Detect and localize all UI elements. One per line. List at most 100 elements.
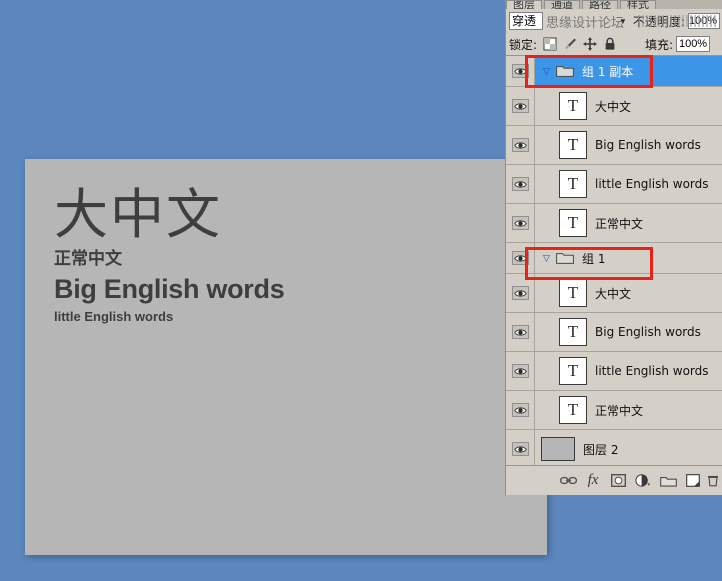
layer-visibility-toggle[interactable]	[506, 56, 535, 86]
transparency-lock-icon[interactable]	[543, 37, 557, 51]
layer-visibility-toggle[interactable]	[506, 126, 535, 164]
triangle-down-icon[interactable]: ▽	[541, 253, 552, 264]
layer-visibility-toggle[interactable]	[506, 352, 535, 390]
text-layer-thumbnail[interactable]: T	[559, 279, 587, 307]
blend-mode-row: 穿透 ▼ 不透明度: 100% 思缘设计论坛	[506, 9, 722, 33]
move-lock-icon[interactable]	[583, 37, 598, 51]
link-layers-icon[interactable]	[557, 471, 579, 491]
layer-row[interactable]: Tlittle English words	[506, 165, 722, 204]
layer-thumbnail[interactable]	[541, 437, 575, 461]
layer-visibility-toggle[interactable]	[506, 243, 535, 273]
layer-row[interactable]: T 大中文	[506, 274, 722, 313]
adjustment-layer-icon[interactable]	[632, 471, 654, 491]
add-mask-icon[interactable]	[607, 471, 629, 491]
layer-visibility-toggle[interactable]	[506, 274, 535, 312]
layer-name: Big English words	[595, 325, 701, 339]
layer-name: 图层 2	[583, 442, 619, 457]
panel-tab-3[interactable]: 样式	[620, 0, 656, 9]
layers-panel-footer: fx	[506, 465, 722, 495]
forum-watermark: 思缘设计论坛	[546, 16, 625, 31]
layer-row-body[interactable]: ▽ 组 1 副本	[535, 56, 722, 86]
canvas-artwork: 大中文 正常中文 Big English words little Englis…	[54, 184, 285, 328]
opacity-label: 不透明度:	[632, 14, 685, 29]
panel-tab-label: 图层	[513, 0, 535, 9]
new-group-icon[interactable]	[657, 471, 679, 491]
layer-name: 组 1	[582, 251, 606, 266]
layer-row[interactable]: ▽ 组 1 副本	[506, 56, 722, 87]
canvas-line-big-english: Big English words	[54, 274, 285, 304]
layer-style-fx-icon[interactable]: fx	[582, 471, 604, 491]
layer-row-body[interactable]: T Big English words	[535, 313, 722, 351]
eye-icon	[511, 442, 529, 456]
panel-tab-2[interactable]: 路径	[582, 0, 618, 9]
document-window[interactable]: 大中文 正常中文 Big English words little Englis…	[25, 159, 547, 555]
layer-row[interactable]: T 大中文	[506, 87, 722, 126]
fx-label: fx	[587, 472, 599, 488]
blend-mode-select[interactable]: 穿透	[509, 12, 543, 30]
text-layer-thumbnail[interactable]: T	[559, 357, 587, 385]
fill-label: 填充:	[645, 37, 674, 52]
new-layer-icon[interactable]	[682, 471, 704, 491]
chevron-down-icon[interactable]: ▼	[619, 17, 627, 26]
layer-visibility-toggle[interactable]	[506, 391, 535, 429]
layer-row[interactable]: T Big English words	[506, 126, 722, 165]
eye-icon	[511, 64, 529, 78]
layer-name: 大中文	[595, 99, 632, 114]
layer-row[interactable]: 图层 2	[506, 430, 722, 465]
layer-visibility-toggle[interactable]	[506, 430, 535, 465]
layer-name: 组 1 副本	[582, 64, 634, 79]
layer-name: little English words	[595, 364, 709, 378]
layer-row-body[interactable]: T 正常中文	[535, 204, 722, 242]
layer-row-body[interactable]: T Big English words	[535, 126, 722, 164]
panel-tab-1[interactable]: 通道	[544, 0, 580, 9]
delete-layer-icon[interactable]	[707, 471, 719, 491]
layer-visibility-toggle[interactable]	[506, 204, 535, 242]
canvas-line-normal-chinese: 正常中文	[54, 249, 122, 269]
layer-name: 正常中文	[595, 216, 644, 231]
layer-row-body[interactable]: T 大中文	[535, 87, 722, 125]
layer-row-body[interactable]: ▽ 组 1	[535, 243, 722, 273]
layer-row[interactable]: T Big English words	[506, 313, 722, 352]
eye-icon	[511, 138, 529, 152]
layer-row-body[interactable]: T 大中文	[535, 274, 722, 312]
lock-row: 锁定: 填充: 100%	[506, 33, 722, 56]
panel-tab-0[interactable]: 图层	[506, 0, 542, 9]
brush-lock-icon[interactable]	[563, 37, 577, 51]
folder-icon	[556, 252, 574, 265]
layer-list[interactable]: ▽ 组 1 副本 T 大中文 T Big English words Tlittle…	[506, 56, 722, 465]
panel-tab-label: 通道	[551, 0, 573, 9]
text-layer-thumbnail[interactable]: T	[559, 318, 587, 346]
layer-visibility-toggle[interactable]	[506, 165, 535, 203]
layer-row-body[interactable]: 图层 2	[535, 430, 722, 465]
eye-icon	[511, 403, 529, 417]
text-layer-thumbnail[interactable]: T	[559, 131, 587, 159]
layer-visibility-toggle[interactable]	[506, 87, 535, 125]
eye-icon	[511, 325, 529, 339]
layer-name: 正常中文	[595, 403, 644, 418]
layer-row[interactable]: ▽ 组 1	[506, 243, 722, 274]
lock-label: 锁定:	[509, 37, 538, 52]
layer-name: little English words	[595, 177, 709, 191]
text-layer-thumbnail[interactable]: T	[559, 170, 587, 198]
panel-tab-label: 样式	[627, 0, 649, 9]
fill-input[interactable]: 100%	[676, 36, 711, 52]
folder-icon	[556, 65, 574, 78]
text-layer-thumbnail[interactable]: T	[559, 209, 587, 237]
layer-row[interactable]: Tlittle English words	[506, 352, 722, 391]
text-layer-thumbnail[interactable]: T	[559, 396, 587, 424]
layer-name: 大中文	[595, 286, 632, 301]
text-layer-thumbnail[interactable]: T	[559, 92, 587, 120]
eye-icon	[511, 216, 529, 230]
eye-icon	[511, 286, 529, 300]
canvas-line-small-english: little English words	[54, 309, 174, 324]
layer-row-body[interactable]: Tlittle English words	[535, 352, 722, 390]
layer-visibility-toggle[interactable]	[506, 313, 535, 351]
triangle-down-icon[interactable]: ▽	[541, 66, 552, 77]
all-lock-icon[interactable]	[603, 37, 617, 51]
layers-panel: 图层 通道 路径 样式 穿透 ▼ 不透明度: 100% 思缘设计论坛 锁定: 填…	[505, 0, 722, 495]
layer-row[interactable]: T 正常中文	[506, 204, 722, 243]
layer-row[interactable]: T 正常中文	[506, 391, 722, 430]
layer-row-body[interactable]: Tlittle English words	[535, 165, 722, 203]
layer-row-body[interactable]: T 正常中文	[535, 391, 722, 429]
opacity-input[interactable]: 100%	[687, 13, 720, 29]
